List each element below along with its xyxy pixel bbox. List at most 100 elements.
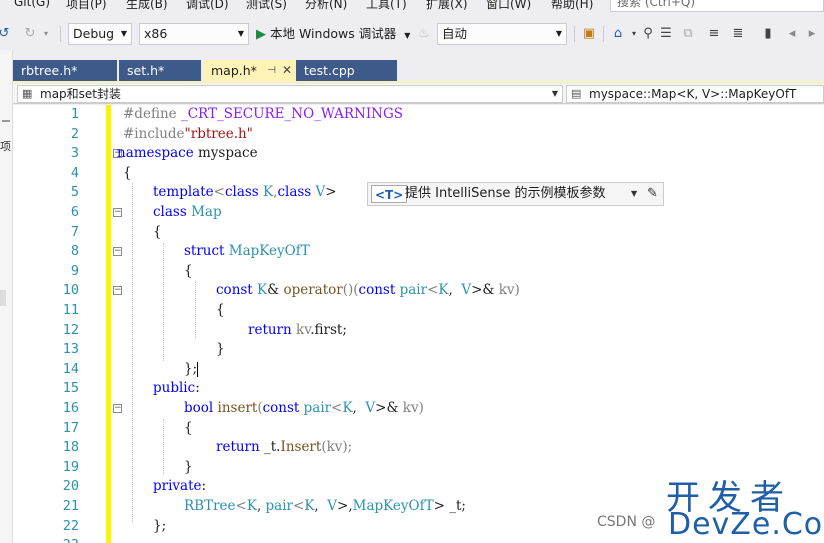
code-line-15: public:: [153, 379, 200, 399]
text-caret: [197, 361, 199, 377]
line-number: 17: [62, 419, 79, 436]
code-line-11: {: [216, 302, 225, 318]
line-number: 11: [62, 302, 79, 318]
auto-select[interactable]: 自动 ▼: [437, 23, 567, 45]
line-number: 13: [62, 341, 79, 358]
start-debugging-button[interactable]: ▶ 本地 Windows 调试器 ▼: [256, 24, 410, 44]
tab-label: test.cpp: [304, 63, 355, 78]
punct-token: >: [325, 184, 337, 201]
outline-icon[interactable]: ☰: [658, 26, 674, 42]
comment-icon[interactable]: ⧉: [680, 26, 696, 42]
chevron-down-icon: ▼: [404, 31, 411, 40]
collapse-icon[interactable]: −: [113, 208, 122, 217]
punct-token: <: [293, 498, 305, 514]
forward-icon[interactable]: ↻: [22, 26, 38, 42]
code-line-13: }: [216, 341, 225, 358]
code-line-16: bool insert(const pair<K, V>& kv): [184, 399, 424, 419]
tab-map-h[interactable]: map.h* ⊣ ✕: [203, 60, 298, 81]
toolbar-separator: [574, 26, 575, 42]
scope-value: myspace::Map<K, V>::MapKeyOfT: [589, 87, 797, 101]
folder-icon[interactable]: ▣: [581, 26, 597, 42]
line-number: 3: [70, 145, 79, 162]
pin-icon[interactable]: ⊣: [267, 60, 276, 81]
forward-dropdown-icon[interactable]: ▾: [38, 26, 54, 42]
intellisense-template-hint[interactable]: <T> 提供 IntelliSense 的示例模板参数 ▼ ✎: [367, 182, 664, 206]
line-number: 7: [70, 223, 79, 240]
keyword-token: return: [248, 321, 292, 338]
edit-icon[interactable]: ✎: [647, 183, 658, 205]
punct-token: :: [201, 478, 207, 495]
type-token: V: [361, 400, 376, 416]
line-number: 23: [13, 536, 93, 543]
keyword-token: class: [224, 184, 259, 201]
menu-build[interactable]: 生成(B): [126, 0, 168, 12]
collapse-icon[interactable]: −: [113, 404, 122, 413]
search-input[interactable]: 搜索 (Ctrl+Q): [610, 0, 824, 12]
collapse-icon[interactable]: −: [113, 286, 122, 295]
keyword-token: bool: [184, 400, 214, 416]
next-bookmark-icon[interactable]: ▸: [804, 26, 820, 42]
identifier-token: myspace: [193, 145, 258, 162]
line-number: 9: [70, 262, 79, 279]
flame-icon[interactable]: ♨: [416, 26, 432, 42]
line-number: 20: [62, 478, 79, 495]
side-panel-label[interactable]: 项: [0, 138, 11, 154]
bookmark-icon[interactable]: ▮: [760, 26, 776, 42]
menu-project[interactable]: 项目(P): [66, 0, 107, 12]
punct-token: ): [514, 282, 520, 299]
line-number: 14: [62, 360, 79, 377]
punct-token: ,: [256, 498, 266, 514]
keyword-token: return: [216, 439, 260, 456]
tool-icon[interactable]: ⚲: [640, 26, 656, 42]
watermark-csdn: CSDN @: [597, 514, 656, 530]
indent-icon[interactable]: ≡: [706, 26, 722, 42]
active-tab-underline: [13, 81, 824, 83]
chevron-down-icon[interactable]: ▼: [631, 183, 637, 205]
project-select[interactable]: ▦ map和set封装 ▼: [17, 85, 563, 103]
menu-help[interactable]: 帮助(H): [551, 0, 593, 12]
tab-set-h[interactable]: set.h*: [119, 60, 201, 81]
punct-token: :: [195, 380, 200, 397]
code-line-1: #define _CRT_SECURE_NO_WARNINGS: [123, 105, 403, 125]
menu-window[interactable]: 窗口(W): [486, 0, 531, 12]
menu-test[interactable]: 测试(S): [246, 0, 287, 12]
close-icon[interactable]: ✕: [282, 60, 292, 81]
punct-token: <: [235, 498, 247, 514]
keyword-token: class: [153, 204, 187, 220]
prev-bookmark-icon[interactable]: ◂: [784, 26, 800, 42]
code-line-14: };: [184, 360, 199, 380]
code-line-7: {: [153, 223, 162, 240]
template-tag-icon: <T>: [371, 185, 408, 203]
back-icon[interactable]: ↺: [0, 26, 12, 42]
line-number-gutter: 1 2 3 4 5 6 7 8 9 10 11 12 13 14 15 16 1…: [13, 105, 93, 543]
function-token: operator: [283, 282, 343, 299]
tab-rbtree-h[interactable]: rbtree.h*: [13, 60, 117, 81]
scroll-marker: [0, 290, 6, 306]
menu-tools[interactable]: 工具(T): [366, 0, 407, 12]
function-token: Insert: [280, 439, 322, 456]
home-icon[interactable]: ⌂: [610, 26, 626, 42]
punct-token: >,: [337, 498, 353, 514]
type-token: K: [252, 282, 268, 299]
config-select[interactable]: Debug ▼: [68, 23, 132, 45]
scope-select[interactable]: ▤ myspace::Map<K, V>::MapKeyOfT: [566, 85, 824, 103]
platform-select[interactable]: x86 ▼: [139, 23, 249, 45]
menu-analyze[interactable]: 分析(N): [305, 0, 347, 12]
code-line-6: class Map: [153, 203, 222, 223]
tab-test-cpp[interactable]: test.cpp: [296, 60, 397, 81]
side-panel-strip: 项: [0, 50, 13, 543]
menu-git[interactable]: Git(G): [14, 0, 50, 9]
punct-token: ,: [352, 400, 362, 416]
collapse-icon[interactable]: −: [113, 247, 122, 256]
menu-debug[interactable]: 调试(D): [186, 0, 229, 12]
param-token: kv: [291, 321, 311, 338]
keyword-token: namespace: [117, 145, 194, 162]
toolbar-separator: [60, 26, 61, 42]
punct-token: <: [427, 282, 439, 299]
type-token: pair: [395, 282, 428, 299]
menu-extensions[interactable]: 扩展(X): [426, 0, 468, 12]
run-label: 本地 Windows 调试器: [270, 26, 397, 41]
keyword-token: struct: [184, 243, 225, 260]
outdent-icon[interactable]: ≣: [730, 26, 746, 42]
code-line-10: const K& operator()(const pair<K, V>& kv…: [216, 281, 520, 301]
